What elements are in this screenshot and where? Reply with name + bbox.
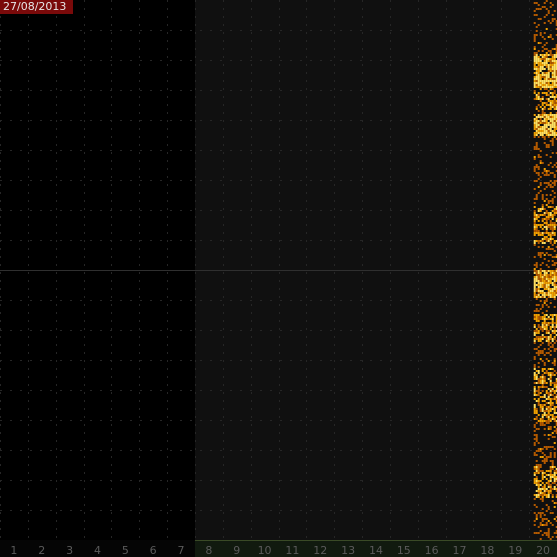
x-tick-label: 17 (453, 544, 467, 557)
x-axis: 1 2 3 4 5 6 7 8 9 10 11 12 13 14 15 16 17 18 19 20 (0, 540, 557, 557)
x-tick-label: 9 (233, 544, 240, 557)
date-badge: 27/08/2013 (0, 0, 74, 14)
x-tick-label: 6 (150, 544, 157, 557)
x-tick-label: 1 (10, 544, 17, 557)
x-tick-label: 7 (178, 544, 185, 557)
x-tick-label: 11 (285, 544, 299, 557)
x-tick-label: 4 (94, 544, 101, 557)
x-tick-label: 5 (122, 544, 129, 557)
x-tick-label: 10 (258, 544, 272, 557)
x-tick-label: 13 (341, 544, 355, 557)
x-tick-label: 20 (536, 544, 550, 557)
x-tick-label: 18 (480, 544, 494, 557)
x-tick-label: 16 (425, 544, 439, 557)
x-tick-label: 3 (66, 544, 73, 557)
spectrogram-chart: 1 2 3 4 5 6 7 8 9 10 11 12 13 14 15 16 17 18 19 20 (0, 0, 557, 557)
x-tick-label: 15 (397, 544, 411, 557)
x-tick-label: 2 (38, 544, 45, 557)
x-tick-label: 19 (508, 544, 522, 557)
x-tick-label: 12 (313, 544, 327, 557)
x-tick-label: 8 (205, 544, 212, 557)
x-tick-label: 14 (369, 544, 383, 557)
